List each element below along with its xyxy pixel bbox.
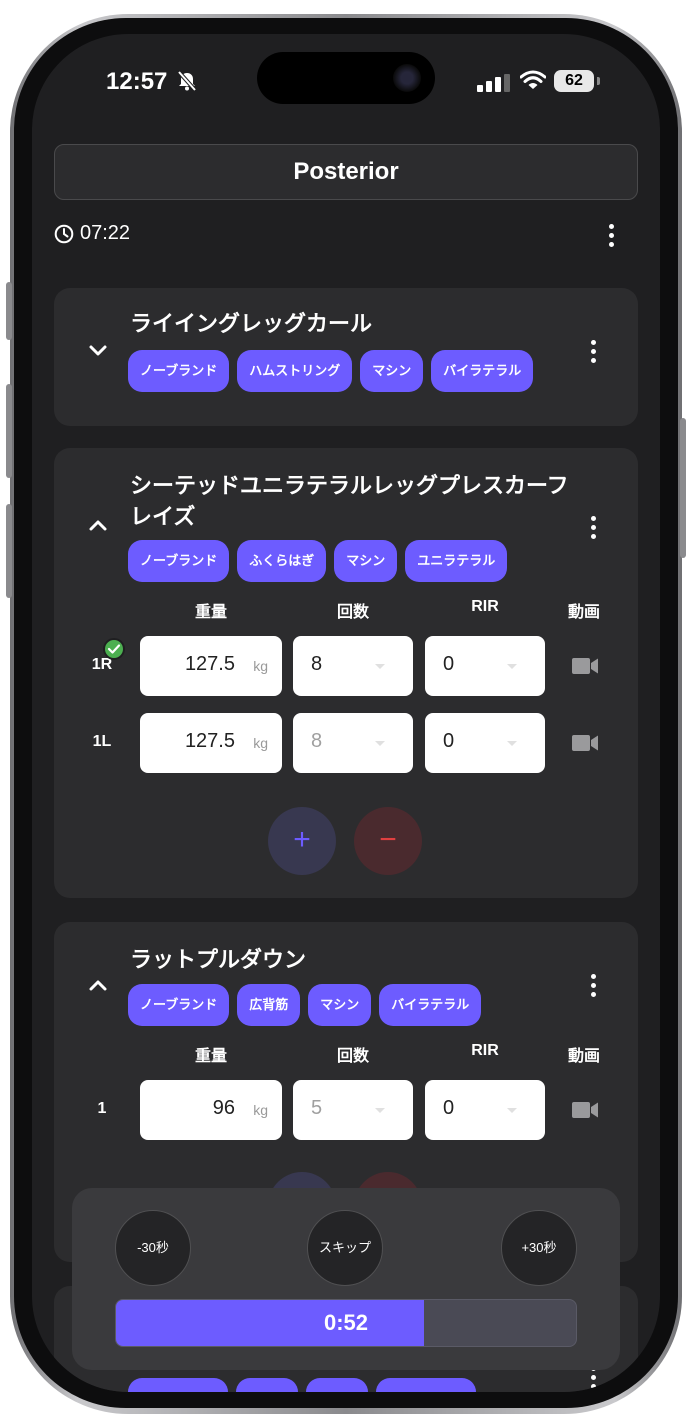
exercise-menu-button[interactable] (583, 336, 603, 366)
reps-value: 8 (311, 653, 323, 675)
tag-brand: ノーブランド (128, 350, 230, 392)
volume-down-button (6, 504, 12, 598)
clock-icon (54, 224, 74, 243)
elapsed-timer: 07:22 (54, 222, 130, 245)
exercise-tags: ノーブランド ハムストリング マシン バイラテラル (128, 350, 534, 392)
rir-value: 0 (443, 653, 455, 675)
column-header-rir: RIR (471, 598, 499, 615)
weight-unit: kg (253, 658, 268, 674)
exercise-tags (128, 1378, 476, 1392)
exercise-card: ライイングレッグカール ノーブランド ハムストリング マシン バイラテラル (54, 288, 638, 426)
skip-rest-button[interactable]: スキップ (307, 1210, 383, 1286)
rir-value: 0 (443, 730, 455, 752)
app-screen: 12:57 62 Posterior 07:22 ライイングレッグカール ノーブ… (32, 34, 660, 1392)
exercise-name[interactable]: シーテッドユニラテラルレッグプレスカーフレイズ (130, 470, 570, 532)
rir-select[interactable]: 0 (425, 1080, 545, 1140)
minus-30-seconds-button[interactable]: -30秒 (115, 1210, 191, 1286)
chevron-down-icon[interactable] (88, 344, 108, 358)
reps-select[interactable]: 8 (293, 636, 413, 696)
workout-title[interactable]: Posterior (54, 144, 638, 200)
status-time: 12:57 (106, 68, 168, 95)
column-header-video: 動画 (567, 1048, 600, 1065)
column-header-rir: RIR (471, 1042, 499, 1059)
set-label: 1L (92, 733, 112, 750)
tag-brand: ノーブランド (128, 540, 230, 582)
reps-select[interactable]: 8 (293, 713, 413, 773)
weight-input[interactable]: 96 kg (140, 1080, 282, 1140)
workout-menu-button[interactable] (601, 220, 621, 250)
tag-laterality: ユニラテラル (405, 540, 508, 582)
cellular-signal-icon (477, 74, 510, 92)
set-label: 1 (97, 1100, 107, 1117)
weight-input[interactable]: 127.5 kg (140, 713, 282, 773)
weight-value: 127.5 (184, 653, 235, 675)
tag-laterality: バイラテラル (431, 350, 534, 392)
rir-select[interactable]: 0 (425, 713, 545, 773)
reps-select[interactable]: 5 (293, 1080, 413, 1140)
chevron-up-icon[interactable] (88, 518, 108, 532)
reps-value: 8 (311, 730, 323, 752)
rir-value: 0 (443, 1097, 455, 1119)
set-complete-check (103, 638, 125, 660)
dropdown-arrow-icon (507, 741, 517, 746)
tag-equipment: マシン (334, 540, 398, 582)
weight-input[interactable]: 127.5 kg (140, 636, 282, 696)
plus-30-seconds-button[interactable]: +30秒 (501, 1210, 577, 1286)
exercise-menu-button[interactable] (583, 512, 603, 542)
check-icon (107, 644, 121, 654)
column-header-reps: 回数 (336, 1048, 369, 1065)
tag-equipment (306, 1378, 368, 1392)
tag-brand (128, 1378, 228, 1392)
exercise-menu-button[interactable] (583, 970, 603, 1000)
video-camera-icon[interactable] (572, 657, 598, 675)
dropdown-arrow-icon (507, 664, 517, 669)
rest-remaining-time: 0:52 (323, 1310, 369, 1335)
weight-value: 96 (212, 1097, 235, 1119)
remove-set-button[interactable]: − (354, 807, 422, 875)
exercise-card: シーテッドユニラテラルレッグプレスカーフレイズ ノーブランド ふくらはぎ マシン… (54, 448, 638, 898)
exercise-tags: ノーブランド 広背筋 マシン バイラテラル (128, 984, 482, 1026)
column-header-weight: 重量 (194, 604, 227, 621)
dropdown-arrow-icon (375, 741, 385, 746)
video-camera-icon[interactable] (572, 1101, 598, 1119)
video-camera-icon[interactable] (572, 734, 598, 752)
tag-brand: ノーブランド (128, 984, 230, 1026)
tag-equipment: マシン (360, 350, 424, 392)
tag-muscle (236, 1378, 298, 1392)
add-set-button[interactable]: + (268, 807, 336, 875)
dynamic-island (257, 52, 435, 104)
column-header-video: 動画 (567, 604, 600, 621)
action-button (6, 282, 12, 340)
dropdown-arrow-icon (375, 664, 385, 669)
tag-laterality (376, 1378, 476, 1392)
weight-value: 127.5 (184, 730, 235, 752)
rir-select[interactable]: 0 (425, 636, 545, 696)
tag-laterality: バイラテラル (379, 984, 482, 1026)
tag-muscle: 広背筋 (237, 984, 301, 1026)
column-header-reps: 回数 (336, 604, 369, 621)
battery-indicator: 62 (554, 70, 594, 92)
camera-icon (393, 64, 421, 92)
exercise-name[interactable]: ラットプルダウン (130, 944, 570, 975)
wifi-icon (520, 70, 546, 89)
rest-progress-bar: 0:52 (115, 1299, 577, 1347)
rest-timer-panel: -30秒 スキップ +30秒 0:52 (72, 1188, 620, 1370)
weight-unit: kg (253, 1102, 268, 1118)
weight-unit: kg (253, 735, 268, 751)
dropdown-arrow-icon (507, 1108, 517, 1113)
column-header-weight: 重量 (194, 1048, 227, 1065)
battery-tip (597, 77, 600, 85)
bell-muted-icon (177, 71, 197, 91)
exercise-name[interactable]: ライイングレッグカール (130, 308, 570, 339)
elapsed-time: 07:22 (80, 222, 131, 244)
tag-muscle: ハムストリング (237, 350, 353, 392)
volume-up-button (6, 384, 12, 478)
tag-muscle: ふくらはぎ (237, 540, 327, 582)
chevron-up-icon[interactable] (88, 978, 108, 992)
reps-value: 5 (311, 1097, 323, 1119)
exercise-tags: ノーブランド ふくらはぎ マシン ユニラテラル (128, 540, 508, 582)
power-button (680, 418, 686, 558)
tag-equipment: マシン (308, 984, 372, 1026)
dropdown-arrow-icon (375, 1108, 385, 1113)
